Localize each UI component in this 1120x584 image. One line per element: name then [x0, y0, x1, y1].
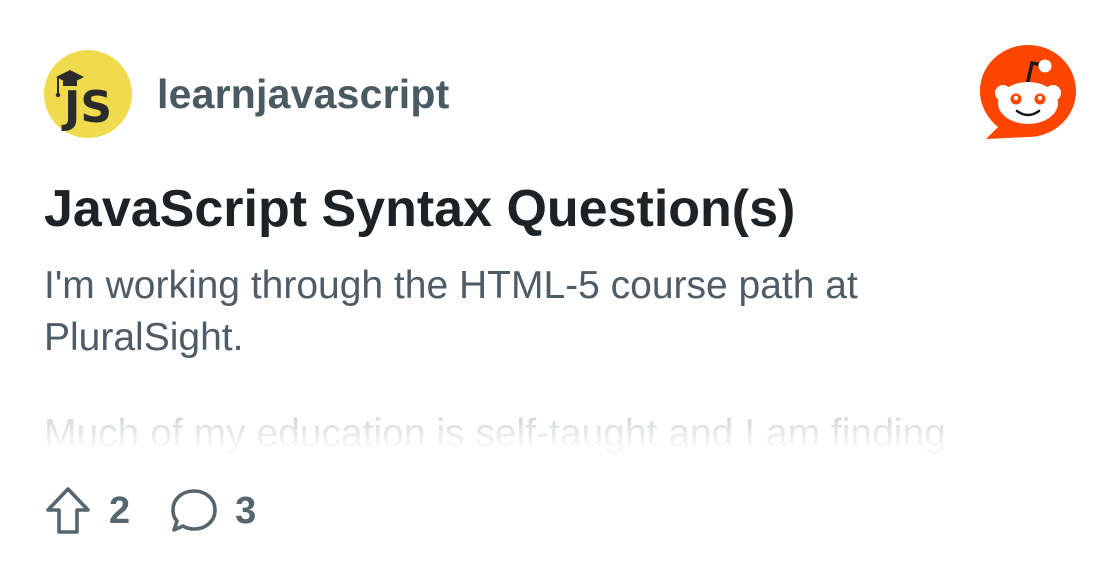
subreddit-name[interactable]: learnjavascript	[157, 71, 449, 118]
post-body-paragraph: Much of my education is self-taught and …	[44, 412, 946, 455]
reddit-snoo-icon	[980, 45, 1076, 139]
comment-bubble-icon	[170, 485, 218, 537]
post-actions: 2 3	[44, 484, 256, 538]
reddit-logo[interactable]	[978, 43, 1078, 143]
comments-button[interactable]: 3	[170, 485, 256, 537]
js-graduation-cap-icon: JS	[55, 70, 112, 133]
post-body-paragraph: I'm working through the HTML-5 course pa…	[44, 264, 858, 359]
post-card: JS learnjavascript JavaScript Syntax Que…	[0, 0, 1120, 584]
upvote-arrow-icon	[44, 485, 92, 537]
comment-count: 3	[235, 489, 257, 532]
svg-text:JS: JS	[61, 82, 112, 133]
upvote-button[interactable]: 2	[44, 485, 130, 537]
upvote-count: 2	[109, 489, 131, 532]
subreddit-avatar[interactable]: JS	[44, 50, 132, 138]
post-title[interactable]: JavaScript Syntax Question(s)	[44, 176, 795, 242]
post-body: I'm working through the HTML-5 course pa…	[44, 260, 1034, 460]
post-header: JS learnjavascript	[44, 50, 449, 138]
